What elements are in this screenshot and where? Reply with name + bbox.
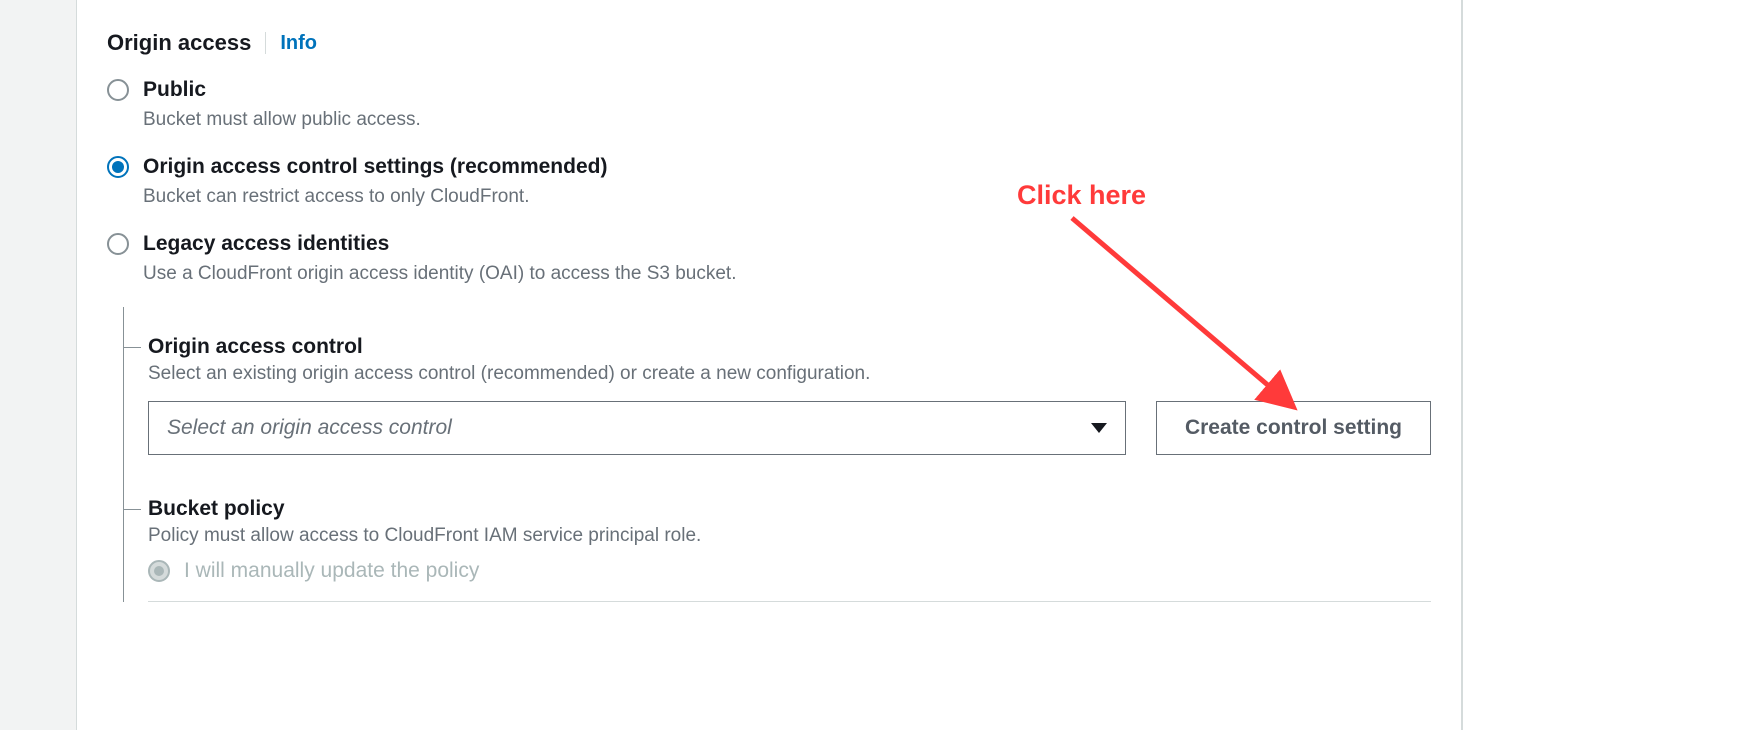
oac-select-row: Select an origin access control Create c… [148, 401, 1431, 455]
create-control-setting-button[interactable]: Create control setting [1156, 401, 1431, 455]
radio-option-public[interactable]: Public Bucket must allow public access. [107, 76, 1431, 133]
radio-text: Legacy access identities Use a CloudFron… [143, 230, 737, 287]
bucket-policy-subsection: Bucket policy Policy must allow access t… [148, 497, 1431, 602]
right-gutter [1462, 0, 1760, 730]
chevron-down-icon [1091, 423, 1107, 433]
oac-config-block: Origin access control Select an existing… [123, 307, 1431, 602]
oac-desc: Select an existing origin access control… [148, 363, 1431, 385]
info-link[interactable]: Info [280, 32, 317, 55]
radio-icon[interactable] [107, 233, 129, 255]
oac-subsection: Origin access control Select an existing… [148, 335, 1431, 455]
radio-option-legacy[interactable]: Legacy access identities Use a CloudFron… [107, 230, 1431, 287]
section-header: Origin access Info [107, 30, 1431, 56]
divider [148, 601, 1431, 602]
radio-desc-public: Bucket must allow public access. [143, 107, 421, 133]
oac-title: Origin access control [148, 335, 1431, 359]
bucket-policy-title: Bucket policy [148, 497, 1431, 521]
oac-select-dropdown[interactable]: Select an origin access control [148, 401, 1126, 455]
radio-label-oac: Origin access control settings (recommen… [143, 153, 607, 180]
manual-policy-label: I will manually update the policy [184, 559, 479, 583]
radio-label-legacy: Legacy access identities [143, 230, 737, 257]
divider [265, 32, 266, 54]
radio-text: Origin access control settings (recommen… [143, 153, 607, 210]
radio-label-public: Public [143, 76, 421, 103]
bucket-policy-desc: Policy must allow access to CloudFront I… [148, 525, 1431, 547]
origin-access-radio-group: Public Bucket must allow public access. … [107, 76, 1431, 287]
manual-policy-option: I will manually update the policy [148, 559, 1431, 583]
radio-desc-oac: Bucket can restrict access to only Cloud… [143, 184, 607, 210]
radio-icon[interactable] [107, 79, 129, 101]
origin-access-panel: Origin access Info Public Bucket must al… [76, 0, 1462, 730]
oac-select-placeholder: Select an origin access control [167, 416, 452, 440]
radio-text: Public Bucket must allow public access. [143, 76, 421, 133]
create-button-label: Create control setting [1185, 416, 1402, 440]
radio-icon-disabled [148, 560, 170, 582]
radio-desc-legacy: Use a CloudFront origin access identity … [143, 261, 737, 287]
section-title: Origin access [107, 30, 251, 56]
radio-option-oac[interactable]: Origin access control settings (recommen… [107, 153, 1431, 210]
radio-icon-selected[interactable] [107, 156, 129, 178]
